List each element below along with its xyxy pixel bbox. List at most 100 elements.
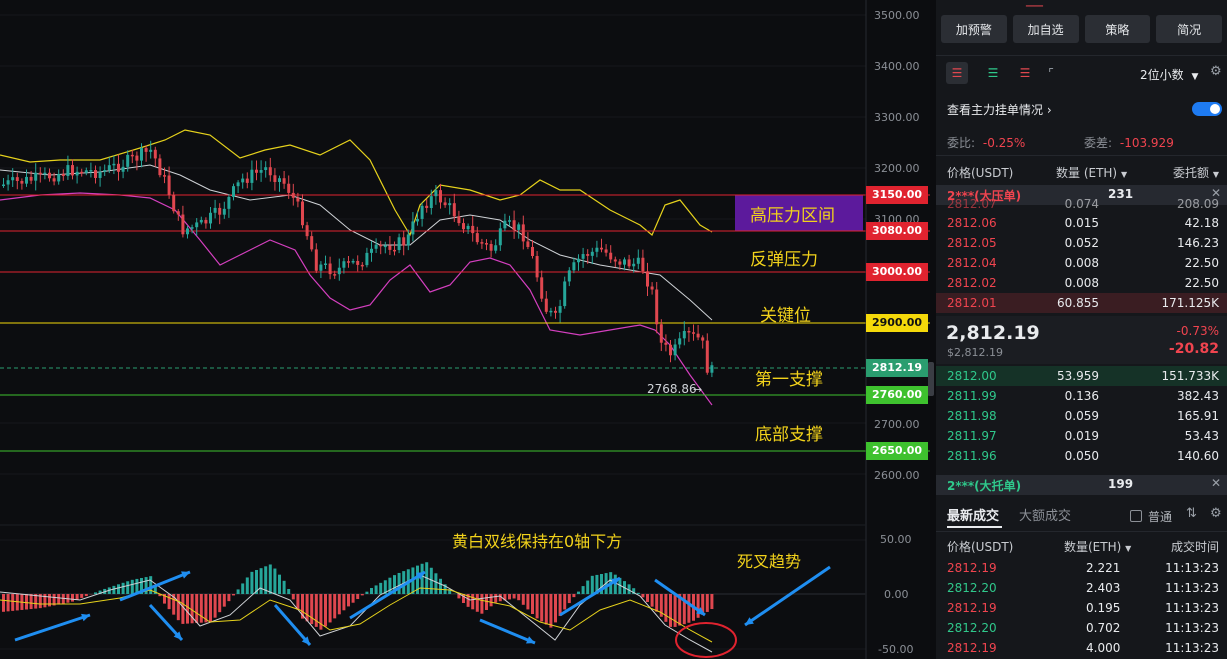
settings-gear-icon[interactable]: ⚙	[1210, 64, 1222, 79]
row-amount: 42.18	[1184, 216, 1219, 230]
chevron-down-icon: ▼	[1191, 72, 1199, 82]
close-icon[interactable]: ✕	[1211, 476, 1221, 490]
bid-row[interactable]: 2812.00 53.959 151.733K	[936, 366, 1227, 386]
trade-price: 2812.19	[947, 641, 997, 655]
trades-header: 价格(USDT) 数量(ETH) ▼ 成交时间	[936, 536, 1227, 556]
ask-row[interactable]: 2812.01 60.855 171.125K	[936, 293, 1227, 313]
row-price: 2812.06	[947, 216, 997, 230]
trade-qty: 0.195	[1086, 601, 1121, 615]
change-percent: -0.73%	[1176, 324, 1219, 338]
tab-latest-trades[interactable]: 最新成交	[947, 505, 999, 524]
trade-col-qty[interactable]: 数量(ETH) ▼	[1064, 538, 1131, 555]
candlestick-chart[interactable]: 2768.86 → 3500.00 3400.00 3300.00 3200.0…	[0, 0, 934, 659]
bollinger-middle-band	[0, 164, 713, 321]
overview-button[interactable]: 简况	[1156, 15, 1222, 43]
macd-axis-label: 0.00	[884, 588, 909, 601]
trade-qty: 4.000	[1086, 641, 1121, 655]
bid-row[interactable]: 2811.97 0.019 53.43	[936, 426, 1227, 446]
row-price: 2812.07	[947, 197, 997, 211]
add-watchlist-button[interactable]: 加自选	[1012, 15, 1079, 43]
row-amount: 22.50	[1184, 276, 1219, 290]
row-price: 2812.05	[947, 236, 997, 250]
add-alert-button[interactable]: 加预警	[941, 15, 1007, 43]
toggle-knob	[1210, 104, 1220, 114]
trade-row: 2812.19 4.000 11:13:23	[936, 638, 1227, 658]
trade-row: 2812.20 2.403 11:13:23	[936, 578, 1227, 598]
divider	[936, 531, 1227, 532]
candlestick-series	[2, 140, 714, 378]
annotation-high-pressure-zone: 高压力区间	[750, 206, 835, 226]
level-tag-3000: 3000.00	[866, 263, 928, 281]
change-absolute: -20.82	[1168, 341, 1219, 357]
trade-time: 11:13:23	[1165, 641, 1219, 655]
ask-row[interactable]: 2812.04 0.008 22.50	[936, 253, 1227, 273]
row-amount: 165.91	[1177, 409, 1219, 423]
row-amount: 22.50	[1184, 256, 1219, 270]
trade-row: 2812.19 0.195 11:13:23	[936, 598, 1227, 618]
main-orders-toggle[interactable]	[1192, 102, 1222, 116]
price-axis-label: 3400.00	[874, 60, 920, 73]
row-qty: 60.855	[1057, 296, 1099, 310]
trade-time: 11:13:23	[1165, 581, 1219, 595]
precision-value: 2位小数	[1140, 68, 1184, 82]
bid-row[interactable]: 2811.99 0.136 382.43	[936, 386, 1227, 406]
trade-col-price: 价格(USDT)	[947, 539, 1014, 554]
order-book-header: 价格(USDT) 数量 (ETH) ▼ 委托额 ▼	[936, 162, 1227, 182]
big-bid-label: 2***(大托单)	[947, 479, 1022, 493]
panel-collapse-handle[interactable]	[928, 362, 934, 396]
trade-price: 2812.19	[947, 601, 997, 615]
price-axis-label: 3500.00	[874, 9, 920, 22]
row-amount: 171.125K	[1161, 296, 1220, 310]
row-qty: 53.959	[1057, 369, 1099, 383]
annotation-rebound-pressure: 反弹压力	[750, 250, 818, 270]
level-tag-2760: 2760.00	[866, 386, 928, 404]
big-bid-banner[interactable]: 2***(大托单) 199 ✕	[936, 475, 1227, 495]
ask-row[interactable]: 2812.06 0.015 42.18	[936, 213, 1227, 233]
low-marker-arrow-icon: →	[693, 383, 702, 396]
view-asks-icon[interactable]: ☰	[1014, 62, 1036, 84]
view-both-icon[interactable]: ☰	[946, 62, 968, 84]
sort-lines-icon[interactable]: ⇅	[1186, 506, 1197, 521]
bid-row[interactable]: 2811.98 0.059 165.91	[936, 406, 1227, 426]
diff-value: -103.929	[1119, 136, 1174, 150]
depth-view-icon[interactable]: ⌜	[1040, 62, 1062, 84]
ratio-value: -0.25%	[982, 136, 1026, 150]
main-orders-label: 查看主力挂单情况	[947, 103, 1044, 117]
row-qty: 0.059	[1064, 409, 1099, 423]
strategy-button[interactable]: 策略	[1084, 15, 1151, 43]
sort-caret-icon: ▼	[1212, 169, 1219, 179]
settings-gear-icon[interactable]: ⚙	[1210, 506, 1222, 521]
normal-checkbox[interactable]	[1130, 510, 1142, 522]
main-orders-link[interactable]: 查看主力挂单情况 ›	[947, 101, 1052, 118]
col-qty-header[interactable]: 数量 (ETH) ▼	[1056, 164, 1127, 181]
row-qty: 0.008	[1064, 276, 1099, 290]
bollinger-lower-band	[0, 192, 713, 406]
macd-axis-label: -50.00	[878, 643, 914, 656]
row-price: 2811.98	[947, 409, 997, 423]
col-amount-header[interactable]: 委托额 ▼	[1173, 164, 1219, 181]
price-axis-label: 2600.00	[874, 469, 920, 482]
row-amount: 140.60	[1177, 449, 1219, 463]
bid-row[interactable]: 2811.96 0.050 140.60	[936, 446, 1227, 466]
trade-row: 2812.19 2.221 11:13:23	[936, 558, 1227, 578]
row-price: 2812.00	[947, 369, 997, 383]
header-cut-text: ▁▁	[1026, 0, 1043, 7]
row-price: 2812.02	[947, 276, 997, 290]
macd-axis-label: 50.00	[880, 533, 912, 546]
trade-price: 2812.20	[947, 581, 997, 595]
normal-label: 普通	[1148, 510, 1173, 524]
annotation-bottom-support: 底部支撑	[755, 425, 823, 445]
tab-large-trades[interactable]: 大额成交	[1019, 505, 1071, 524]
price-axis-label: 3200.00	[874, 162, 920, 175]
ask-row[interactable]: 2812.05 0.052 146.23	[936, 233, 1227, 253]
view-bids-icon[interactable]: ☰	[982, 62, 1004, 84]
row-price: 2811.97	[947, 429, 997, 443]
order-ratio: 委比: -0.25%	[947, 134, 1025, 151]
trade-time: 11:13:23	[1165, 561, 1219, 575]
ask-row[interactable]: 2812.02 0.008 22.50	[936, 273, 1227, 293]
row-price: 2812.04	[947, 256, 997, 270]
precision-select[interactable]: 2位小数 ▼	[1140, 66, 1198, 83]
trade-price: 2812.20	[947, 621, 997, 635]
ask-row[interactable]: 2812.07 0.074 208.09	[936, 194, 1227, 214]
big-bid-qty: 199	[1108, 477, 1134, 491]
